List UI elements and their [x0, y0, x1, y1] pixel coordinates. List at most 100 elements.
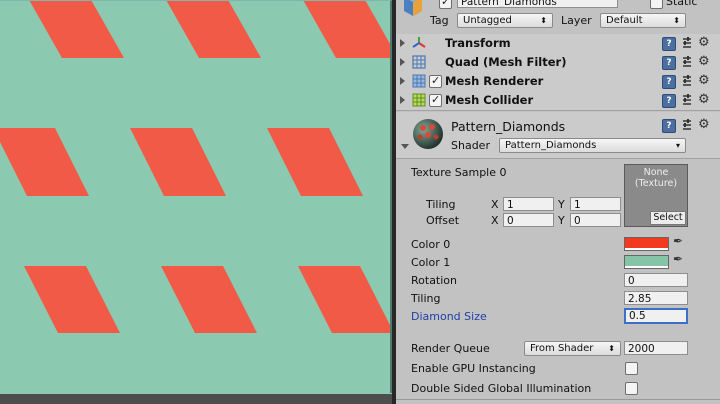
render-queue-mode: From Shader	[530, 343, 594, 354]
texture-preview-text: None (Texture)	[634, 167, 678, 189]
dsgi-checkbox[interactable]	[625, 382, 638, 395]
help-icon[interactable]: ?	[662, 56, 676, 70]
layer-dropdown[interactable]: Default ⬍	[600, 13, 686, 28]
layer-label: Layer	[561, 14, 592, 27]
color1-swatch[interactable]	[624, 255, 669, 269]
y-label: Y	[558, 214, 565, 227]
shader-value: Pattern_Diamonds	[505, 140, 597, 151]
scene-view[interactable]	[0, 0, 392, 394]
pattern-diamond	[298, 266, 392, 333]
color1-label: Color 1	[411, 256, 451, 269]
help-icon[interactable]: ?	[662, 75, 676, 89]
preset-icon[interactable]	[681, 56, 693, 68]
static-checkbox[interactable]	[650, 0, 663, 9]
mesh-collider-icon	[412, 93, 426, 107]
material-foldout-icon[interactable]	[401, 144, 409, 149]
object-icon	[404, 0, 422, 16]
scene-bottom-bar	[0, 394, 395, 404]
offset-x-field[interactable]: 0	[503, 213, 554, 227]
offset-y-field[interactable]: 0	[570, 213, 621, 227]
component-mesh-renderer[interactable]: Mesh Renderer ? ⚙	[396, 72, 720, 92]
diamond-pattern	[0, 0, 392, 333]
mesh-filter-icon	[412, 55, 426, 69]
gear-icon[interactable]: ⚙	[698, 117, 710, 132]
foldout-arrow-icon[interactable]	[400, 77, 405, 85]
pattern-diamond	[29, 0, 124, 58]
tag-dropdown[interactable]: Untagged ⬍	[457, 13, 553, 28]
layer-value: Default	[606, 15, 643, 26]
component-title: Mesh Renderer	[445, 74, 544, 88]
gpu-instancing-label: Enable GPU Instancing	[411, 362, 536, 375]
render-queue-dropdown[interactable]: From Shader ⬍	[524, 341, 621, 356]
gpu-instancing-checkbox[interactable]	[625, 362, 638, 375]
pattern-diamond	[267, 128, 363, 196]
transform-icon	[412, 37, 426, 48]
component-mesh-filter[interactable]: Quad (Mesh Filter) ? ⚙	[396, 53, 720, 73]
tiling-x-field[interactable]: 1	[503, 197, 554, 211]
diamond-size-field[interactable]: 0.5	[624, 308, 688, 324]
component-title: Transform	[445, 36, 511, 50]
texture-select-button[interactable]: Select	[650, 211, 686, 225]
pattern-diamond	[166, 0, 261, 58]
foldout-arrow-icon[interactable]	[400, 58, 405, 66]
pattern-diamond	[24, 266, 120, 333]
chevron-down-icon: ▾	[675, 141, 680, 150]
color0-label: Color 0	[411, 238, 451, 251]
x-label: X	[491, 214, 499, 227]
help-icon[interactable]: ?	[662, 119, 676, 133]
mesh-renderer-icon	[412, 74, 426, 88]
material-preview-sphere[interactable]	[412, 118, 444, 150]
y-label: Y	[558, 198, 565, 211]
render-queue-label: Render Queue	[411, 342, 490, 355]
active-checkbox[interactable]	[439, 0, 452, 9]
diamond-size-label: Diamond Size	[411, 310, 487, 323]
gear-icon[interactable]: ⚙	[698, 35, 710, 50]
mesh-renderer-enabled-checkbox[interactable]	[429, 74, 442, 88]
help-icon[interactable]: ?	[662, 94, 676, 108]
pattern-diamond	[303, 0, 392, 58]
shader-label: Shader	[451, 139, 490, 152]
inspector-panel: Pattern_Diamonds Static Tag Untagged ⬍ La…	[396, 0, 720, 404]
gear-icon[interactable]: ⚙	[698, 54, 710, 69]
bottom-divider	[396, 399, 720, 400]
preset-icon[interactable]	[681, 37, 693, 49]
chevron-down-icon: ⬍	[540, 16, 547, 25]
preset-icon[interactable]	[681, 119, 693, 131]
texture-label: Texture Sample 0	[411, 166, 507, 179]
gear-icon[interactable]: ⚙	[698, 92, 710, 107]
rotation-label: Rotation	[411, 274, 458, 287]
tiling-label: Tiling	[411, 292, 441, 305]
tiling-y-field[interactable]: 1	[570, 197, 621, 211]
help-icon[interactable]: ?	[662, 37, 676, 51]
tiling-field[interactable]: 2.85	[624, 291, 688, 305]
texture-tiling-label: Tiling	[426, 198, 456, 211]
preset-icon[interactable]	[681, 75, 693, 87]
object-name-field[interactable]: Pattern_Diamonds	[457, 0, 618, 8]
preset-icon[interactable]	[681, 94, 693, 106]
texture-slot[interactable]: None (Texture) Select	[624, 164, 688, 227]
eyedropper-icon[interactable]: ✒	[673, 252, 683, 266]
eyedropper-icon[interactable]: ✒	[673, 234, 683, 248]
foldout-arrow-icon[interactable]	[400, 96, 405, 104]
material-name: Pattern_Diamonds	[451, 119, 566, 134]
component-transform[interactable]: Transform ? ⚙	[396, 34, 720, 54]
pattern-diamond	[0, 128, 89, 196]
mesh-collider-enabled-checkbox[interactable]	[429, 93, 442, 107]
dsgi-label: Double Sided Global Illumination	[411, 382, 592, 395]
rotation-field[interactable]: 0	[624, 273, 688, 287]
foldout-arrow-icon[interactable]	[400, 39, 405, 47]
color0-swatch[interactable]	[624, 237, 669, 251]
x-label: X	[491, 198, 499, 211]
component-title: Quad (Mesh Filter)	[445, 55, 567, 69]
shader-dropdown[interactable]: Pattern_Diamonds ▾	[499, 138, 686, 153]
chevron-down-icon: ⬍	[608, 344, 615, 353]
static-label: Static	[666, 0, 698, 8]
texture-offset-label: Offset	[426, 214, 460, 227]
tag-label: Tag	[430, 14, 449, 27]
gear-icon[interactable]: ⚙	[698, 73, 710, 88]
render-queue-field[interactable]: 2000	[624, 341, 688, 355]
component-title: Mesh Collider	[445, 93, 534, 107]
component-mesh-collider[interactable]: Mesh Collider ? ⚙	[396, 91, 720, 111]
pattern-diamond	[161, 266, 257, 333]
pattern-diamond	[130, 128, 226, 196]
